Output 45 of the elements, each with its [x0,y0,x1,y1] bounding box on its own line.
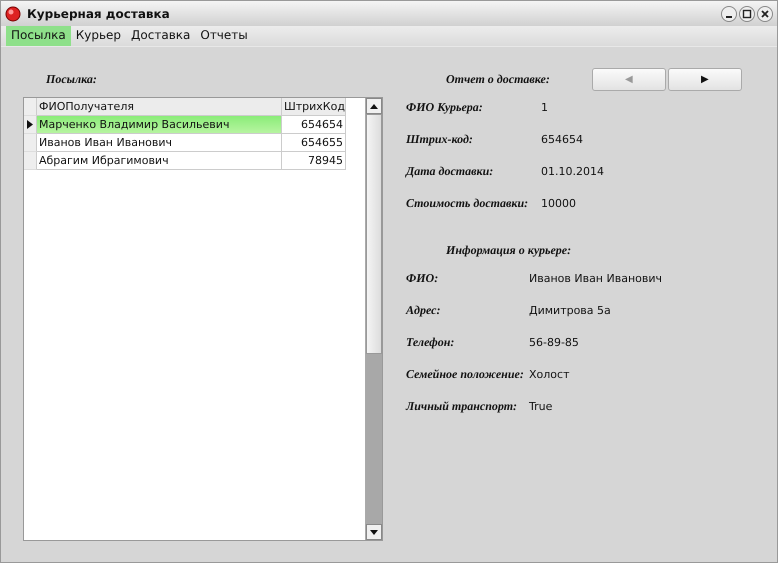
scroll-thumb[interactable] [366,114,382,354]
table-cell[interactable]: 78945 [282,152,346,170]
field-value: Иванов Иван Иванович [529,272,662,284]
menu-item[interactable]: Доставка [126,26,196,46]
section-heading: Посылка: [46,72,98,87]
field-label: ФИО Курьера: [406,100,484,114]
field-value: 1 [541,100,548,114]
nav-button[interactable]: ▶ [668,68,742,90]
field-label: Личный транспорт: [406,398,518,414]
app-icon [5,6,21,22]
scroll-down-icon[interactable] [370,530,378,534]
maximize-icon[interactable] [739,6,755,22]
field-value: 56-89-85 [529,336,579,348]
table-cell[interactable]: 654654 [282,116,346,134]
scroll-up-icon[interactable] [370,104,378,108]
field-value: 10000 [541,196,576,210]
column-header[interactable]: ШтрихКод [282,98,346,116]
table-cell[interactable]: Абрагим Ибрагимович [37,152,282,170]
field-label: Стоимость доставки: [406,196,530,210]
field-value: Холост [529,368,570,380]
field-value: Димитрова 5а [529,304,611,316]
menu-item[interactable]: Курьер [70,26,126,46]
row-header [24,98,37,116]
column-header[interactable]: ФИОПолучателя [37,98,282,116]
table-cell[interactable]: Иванов Иван Иванович [37,134,282,152]
field-value: 01.10.2014 [541,164,604,178]
field-label: Адрес: [406,302,442,318]
field-label: Семейное положение: [406,366,525,382]
scrollbar[interactable] [365,98,382,540]
close-icon[interactable] [757,6,773,22]
section-heading: Отчет о доставке: [446,72,551,86]
window-title: Курьерная доставка [27,6,171,20]
field-value: True [529,400,552,412]
section-heading: Информация о курьере: [446,243,572,258]
field-value: 654654 [541,132,583,146]
field-label: Дата доставки: [406,164,494,178]
table-cell[interactable]: Марченко Владимир Васильевич [37,116,282,134]
menu-item[interactable]: Посылка [6,26,71,46]
field-label: ФИО: [406,270,440,286]
field-label: Телефон: [406,334,456,350]
minimize-icon[interactable] [721,6,737,22]
table-cell[interactable]: 654655 [282,134,346,152]
menu-item[interactable]: Отчеты [195,26,253,46]
field-label: Штрих-код: [406,132,474,146]
row-header[interactable] [24,116,37,134]
